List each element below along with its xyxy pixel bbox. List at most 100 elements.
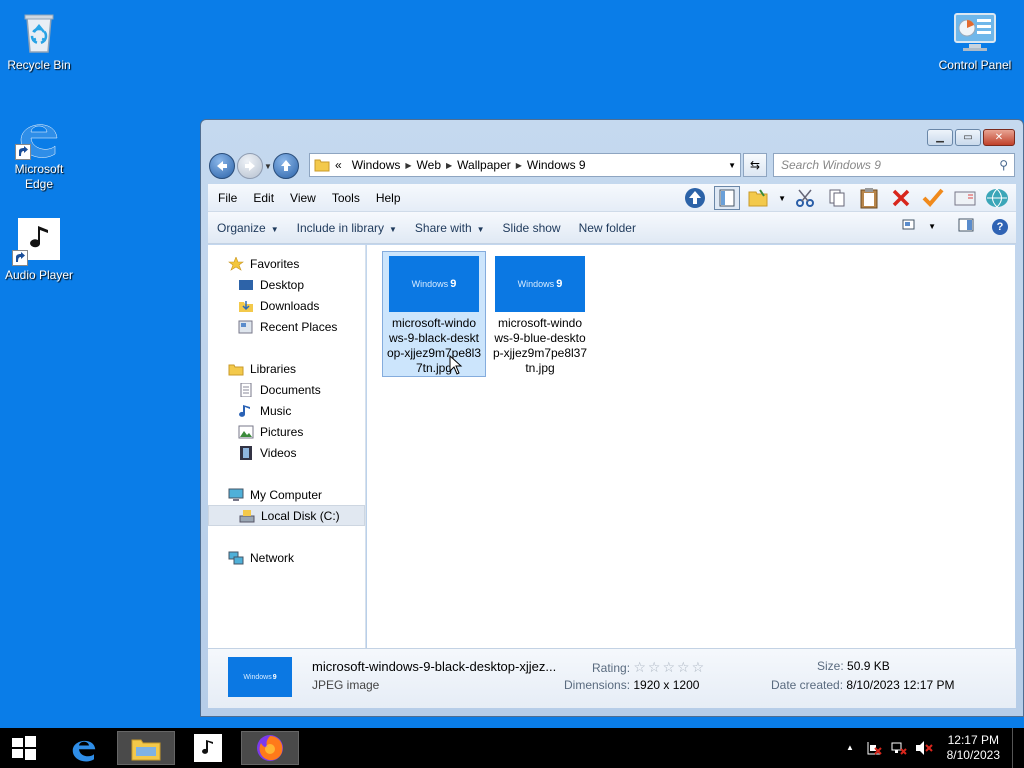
search-icon[interactable]: ⚲ xyxy=(999,158,1008,172)
taskbar-clock[interactable]: 12:17 PM 8/10/2023 xyxy=(947,733,1000,763)
nav-music-label: Music xyxy=(260,403,292,418)
tray-overflow-icon[interactable]: ▲ xyxy=(846,743,854,752)
edge-icon xyxy=(15,112,63,160)
breadcrumb-overflow[interactable]: « xyxy=(335,158,342,172)
include-in-library-button[interactable]: Include in library ▼ xyxy=(288,221,406,235)
breadcrumb-separator-icon[interactable]: ▶ xyxy=(405,161,411,170)
thumb-text: Windows xyxy=(517,278,555,289)
command-bar: Organize ▼ Include in library ▼ Share with… xyxy=(208,212,1016,244)
menu-view[interactable]: View xyxy=(282,191,324,205)
forward-button[interactable] xyxy=(237,153,263,179)
breadcrumb-web[interactable]: Web xyxy=(417,158,441,172)
taskbar-file-explorer[interactable] xyxy=(117,731,175,765)
toolbar-icons: ▼ xyxy=(682,186,1010,210)
refresh-icon: ⇆ xyxy=(749,158,761,172)
file-item[interactable]: Windows 9 microsoft-windo ws-9-black-desk… xyxy=(382,251,486,377)
nav-favorites[interactable]: Favorites xyxy=(208,253,365,274)
properties-icon[interactable] xyxy=(952,186,978,210)
menu-file[interactable]: File xyxy=(208,191,245,205)
nav-recent-places-label: Recent Places xyxy=(260,319,338,334)
nav-my-computer[interactable]: My Computer xyxy=(208,484,365,505)
start-button[interactable] xyxy=(6,731,42,765)
audio-player-desktop-icon[interactable]: Audio Player xyxy=(1,216,77,283)
nav-desktop-label: Desktop xyxy=(260,277,305,292)
nav-local-disk[interactable]: Local Disk (C:) xyxy=(208,505,365,526)
taskbar-firefox[interactable] xyxy=(241,731,299,765)
videos-icon xyxy=(238,445,254,460)
nav-network[interactable]: Network xyxy=(208,547,365,568)
breadcrumb-windows-9[interactable]: Windows 9 xyxy=(527,158,586,172)
action-center-icon[interactable] xyxy=(866,740,882,759)
maximize-button[interactable]: ▭ xyxy=(955,129,981,146)
show-desktop-button[interactable] xyxy=(1012,728,1024,768)
rating-stars-icon[interactable]: ☆☆☆☆☆ xyxy=(633,659,706,675)
minimize-button[interactable]: ▁ xyxy=(927,129,953,146)
copy-icon[interactable] xyxy=(824,186,850,210)
chevron-down-icon: ▼ xyxy=(389,224,397,234)
microsoft-edge-desktop-icon[interactable]: Microsoft Edge xyxy=(1,112,77,192)
taskbar-edge[interactable] xyxy=(64,731,104,765)
nav-libraries[interactable]: Libraries xyxy=(208,358,365,379)
nav-music[interactable]: Music xyxy=(208,400,365,421)
file-name-line: microsoft-windo xyxy=(497,316,583,330)
nav-downloads[interactable]: Downloads xyxy=(208,295,365,316)
chevron-down-icon: ▼ xyxy=(476,224,485,234)
recent-pages-dropdown[interactable]: ▼ xyxy=(263,162,273,171)
file-name-line: microsoft-windo xyxy=(391,316,477,330)
date-created-value: 8/10/2023 12:17 PM xyxy=(846,678,955,692)
file-name-line: op-xjjez9m7pe8l3 xyxy=(386,346,482,360)
delete-icon[interactable] xyxy=(888,186,914,210)
thumb-text: Windows xyxy=(411,278,449,289)
refresh-button[interactable]: ⇆ xyxy=(743,153,767,177)
breadcrumb-windows[interactable]: Windows xyxy=(352,158,401,172)
nav-desktop[interactable]: Desktop xyxy=(208,274,365,295)
nav-documents[interactable]: Documents xyxy=(208,379,365,400)
taskbar: ▲ 12:17 PM 8/10/2023 xyxy=(0,728,1024,768)
new-folder-button[interactable]: New folder xyxy=(570,221,645,235)
slide-show-button[interactable]: Slide show xyxy=(494,221,570,235)
share-with-button[interactable]: Share with ▼ xyxy=(406,221,494,235)
music-note-icon xyxy=(12,218,60,266)
search-input[interactable]: Search Windows 9 ⚲ xyxy=(773,153,1015,177)
cut-icon[interactable] xyxy=(792,186,818,210)
preview-pane-icon[interactable] xyxy=(714,186,741,210)
change-view-icon[interactable] xyxy=(902,218,918,235)
menu-edit[interactable]: Edit xyxy=(245,191,282,205)
view-dropdown-icon[interactable]: ▼ xyxy=(928,222,936,231)
breadcrumb-wallpaper[interactable]: Wallpaper xyxy=(457,158,511,172)
nav-pictures[interactable]: Pictures xyxy=(208,421,365,442)
menu-help[interactable]: Help xyxy=(368,191,409,205)
organize-button[interactable]: Organize ▼ xyxy=(208,221,288,235)
folder-options-dropdown-icon[interactable]: ▼ xyxy=(778,194,786,203)
recycle-bin-desktop-icon[interactable]: Recycle Bin xyxy=(1,8,77,73)
preview-pane-toggle-icon[interactable] xyxy=(958,218,974,235)
breadcrumb-separator-icon[interactable]: ▶ xyxy=(516,161,522,170)
nav-recent-places[interactable]: Recent Places xyxy=(208,316,365,337)
up-folder-icon[interactable] xyxy=(682,186,708,210)
control-panel-desktop-icon[interactable]: Control Panel xyxy=(937,8,1013,73)
breadcrumb-separator-icon[interactable]: ▶ xyxy=(446,161,452,170)
folder-options-icon[interactable] xyxy=(746,186,772,210)
back-button[interactable] xyxy=(209,153,235,179)
close-button[interactable]: ✕ xyxy=(983,129,1015,146)
network-globe-icon[interactable] xyxy=(984,186,1010,210)
address-bar[interactable]: « Windows ▶ Web ▶ Wallpaper ▶ Windows 9 … xyxy=(309,153,741,177)
volume-muted-icon[interactable] xyxy=(915,740,933,759)
up-button[interactable] xyxy=(273,153,299,179)
details-pane: Windows 9 microsoft-windows-9-black-deskt… xyxy=(208,648,1016,708)
address-dropdown-icon[interactable]: ▼ xyxy=(728,161,736,170)
file-item[interactable]: Windows 9 microsoft-windo ws-9-blue-deskt… xyxy=(488,252,592,376)
navigation-bar: ▼ « Windows ▶ Web ▶ Wallpaper ▶ Windows … xyxy=(209,152,1015,180)
size-label: Size: xyxy=(817,659,844,673)
recycle-bin-icon xyxy=(15,8,63,56)
nav-videos[interactable]: Videos xyxy=(208,442,365,463)
taskbar-audio-player[interactable] xyxy=(192,731,224,765)
paste-icon[interactable] xyxy=(856,186,882,210)
network-status-icon[interactable] xyxy=(891,740,907,759)
dimensions-value: 1920 x 1200 xyxy=(633,678,700,692)
help-icon[interactable]: ? xyxy=(992,218,1008,235)
menu-tools[interactable]: Tools xyxy=(324,191,368,205)
nav-my-computer-label: My Computer xyxy=(250,487,323,502)
checkmark-icon[interactable] xyxy=(920,186,946,210)
menu-bar: File Edit View Tools Help ▼ xyxy=(208,184,1016,212)
